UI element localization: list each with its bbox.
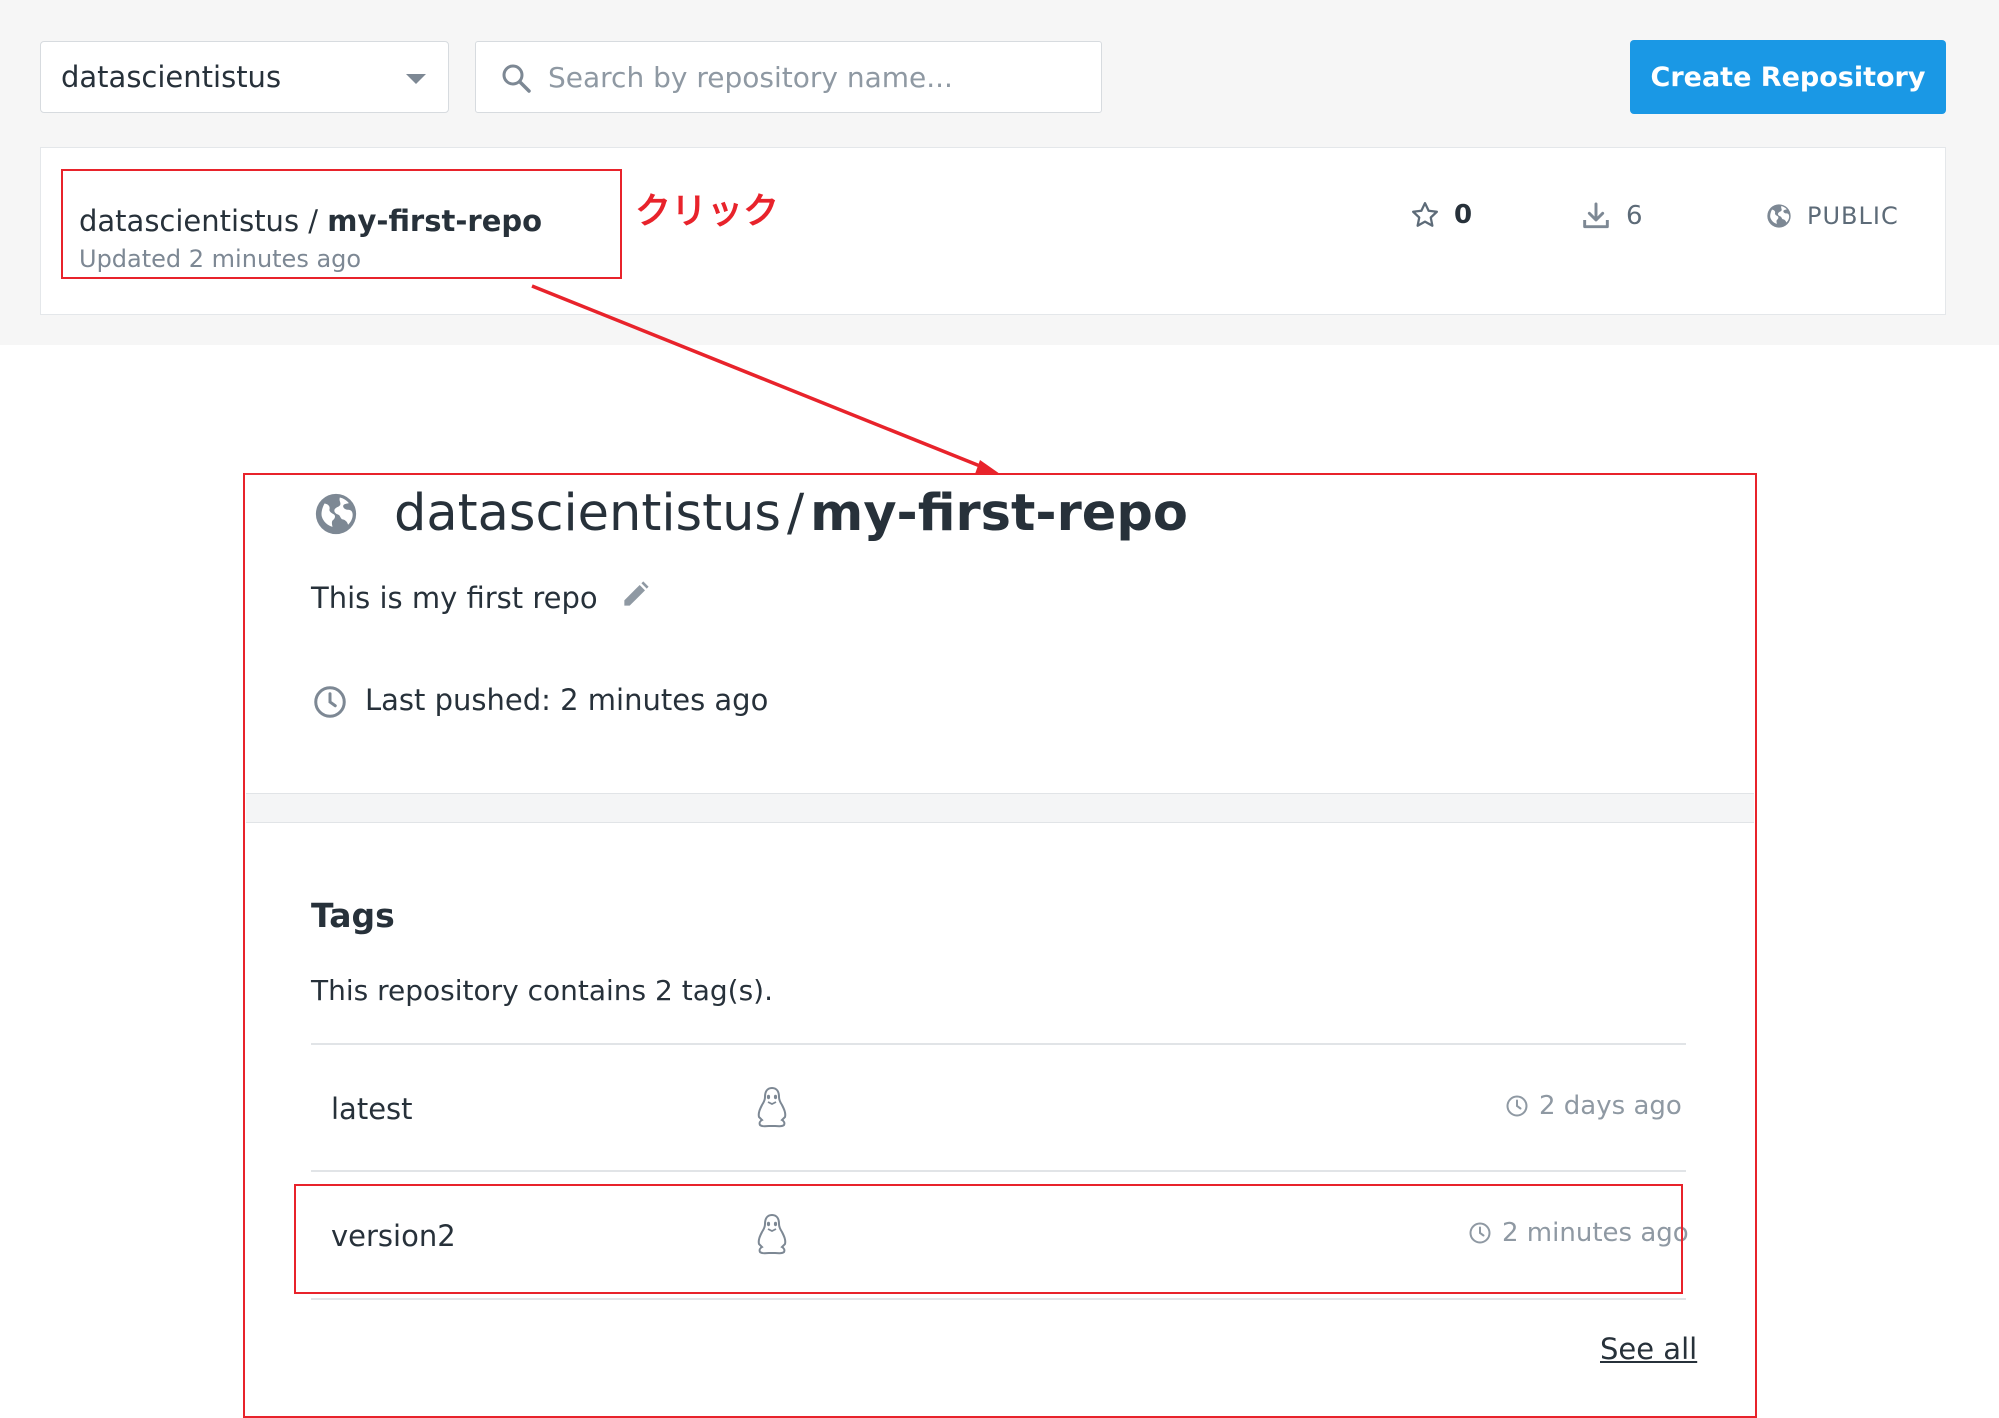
- detail-namespace: datascientistus: [394, 484, 781, 543]
- edit-pencil-icon[interactable]: [619, 579, 651, 615]
- section-divider: [246, 793, 1754, 823]
- tag-name[interactable]: latest: [331, 1092, 413, 1126]
- tag-updated: 2 days ago: [1505, 1091, 1682, 1121]
- table-divider: [311, 1298, 1686, 1300]
- detail-repository-name: my-first-repo: [810, 484, 1188, 543]
- globe-icon: [313, 491, 359, 541]
- repository-description: This is my first repo: [311, 581, 598, 615]
- last-pushed: Last pushed: 2 minutes ago: [365, 683, 769, 717]
- see-all-tags-link[interactable]: See all: [1600, 1332, 1697, 1366]
- tag-row-latest[interactable]: [311, 1045, 1686, 1170]
- highlight-tag-version2: [294, 1184, 1683, 1294]
- tag-updated-value: 2 days ago: [1539, 1091, 1682, 1121]
- clock-icon: [312, 684, 348, 724]
- tags-heading: Tags: [311, 896, 395, 935]
- path-separator: /: [786, 484, 805, 543]
- clock-icon: [1506, 1095, 1528, 1117]
- linux-icon: [752, 1085, 792, 1135]
- tags-count-text: This repository contains 2 tag(s).: [311, 974, 773, 1007]
- repository-detail-title: datascientistus / my-first-repo: [394, 484, 1188, 543]
